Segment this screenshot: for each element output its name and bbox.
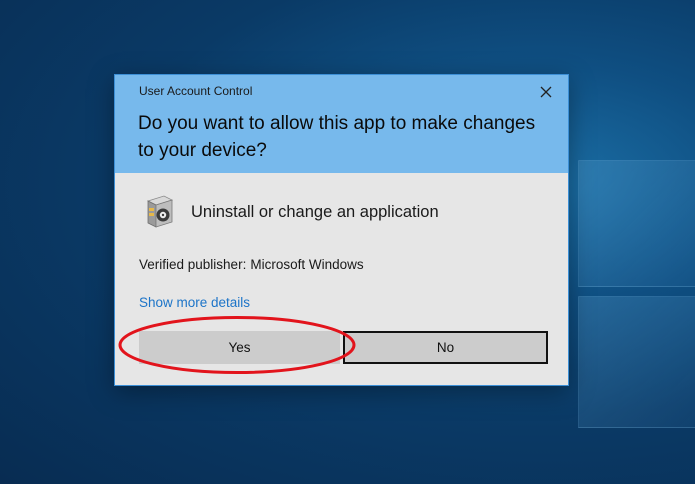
app-name: Uninstall or change an application — [191, 202, 439, 221]
windows-logo-pane-top — [578, 160, 695, 287]
program-box-icon — [146, 195, 174, 228]
publisher-line: Verified publisher: Microsoft Windows — [139, 257, 364, 272]
dialog-header: User Account Control Do you want to allo… — [115, 75, 568, 173]
close-button[interactable] — [532, 79, 560, 105]
show-more-details-link[interactable]: Show more details — [139, 295, 250, 310]
dialog-question: Do you want to allow this app to make ch… — [138, 113, 536, 161]
publisher-name: Microsoft Windows — [250, 257, 364, 272]
dialog-title: User Account Control — [139, 84, 253, 98]
windows-logo-pane-bottom — [578, 296, 695, 428]
desktop-background: User Account Control Do you want to allo… — [0, 0, 695, 484]
no-button[interactable]: No — [343, 331, 548, 364]
publisher-label: Verified publisher: — [139, 257, 247, 272]
close-icon — [540, 86, 552, 98]
app-row: Uninstall or change an application — [142, 193, 439, 231]
red-annotation-ellipse — [118, 316, 356, 374]
